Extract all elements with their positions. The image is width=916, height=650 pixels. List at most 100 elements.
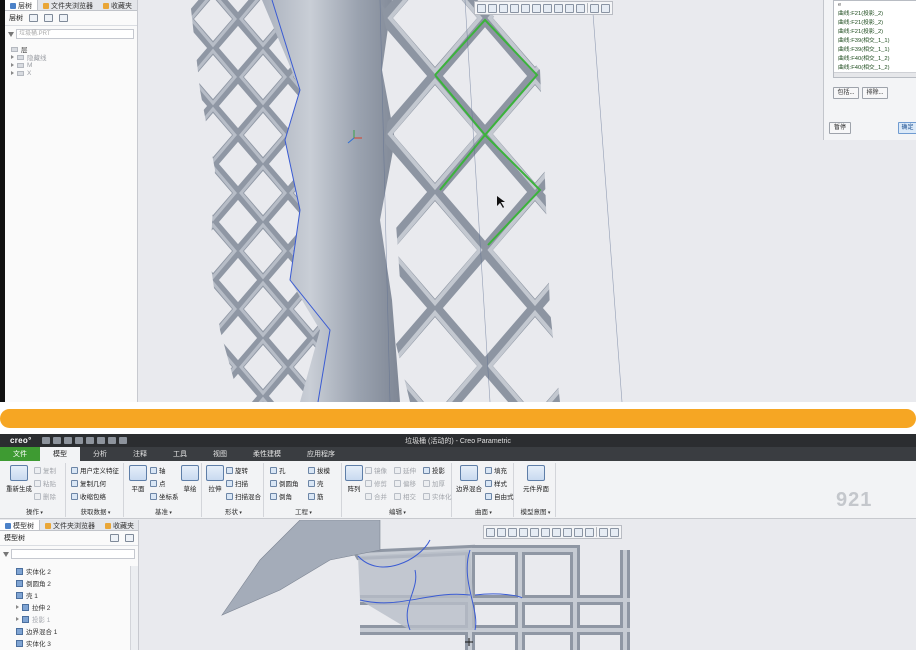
group-title-model-intent[interactable]: 模型意图 bbox=[516, 508, 555, 517]
show-dropdown-icon[interactable] bbox=[125, 534, 134, 542]
regenerate-button[interactable]: 重新生成 bbox=[6, 465, 32, 493]
group-title-shapes[interactable]: 形状 bbox=[204, 508, 263, 517]
group-title-engineering[interactable]: 工程 bbox=[266, 508, 341, 517]
tab-view[interactable]: 视图 bbox=[200, 447, 240, 461]
chamfer-button[interactable]: 倒角 bbox=[270, 491, 292, 501]
tab-tools[interactable]: 工具 bbox=[160, 447, 200, 461]
group-title-datum[interactable]: 基准 bbox=[126, 508, 201, 517]
list-item[interactable]: 曲线:F39(相交_1_1) bbox=[834, 37, 916, 46]
freestyle-button[interactable]: 自由式 bbox=[485, 491, 514, 501]
display-style-icon[interactable] bbox=[521, 3, 530, 13]
spin-center-icon[interactable] bbox=[610, 527, 619, 537]
tab-favorites[interactable]: 收藏夹 bbox=[98, 0, 137, 10]
expand-arrow-icon[interactable] bbox=[11, 55, 14, 59]
view-manager-icon[interactable] bbox=[543, 3, 552, 13]
project-button[interactable]: 投影 bbox=[423, 465, 445, 475]
display-style-icon[interactable] bbox=[530, 527, 539, 537]
refit-icon[interactable] bbox=[486, 527, 495, 537]
repaint-icon[interactable] bbox=[510, 3, 519, 13]
list-item[interactable]: 曲线:F39(相交_1_1) bbox=[834, 46, 916, 55]
extrude-button[interactable]: 拉伸 bbox=[206, 465, 224, 493]
group-title-get-data[interactable]: 获取数据 bbox=[68, 508, 123, 517]
zoom-out-icon[interactable] bbox=[499, 3, 508, 13]
sketch-button[interactable]: 草绘 bbox=[180, 465, 200, 493]
delete-button[interactable]: 删除 bbox=[34, 491, 56, 501]
expand-arrow-icon[interactable] bbox=[11, 71, 14, 75]
tree-search-field[interactable] bbox=[11, 549, 135, 559]
shrinkwrap-button[interactable]: 收缩包络 bbox=[71, 491, 106, 501]
annotation-display-icon[interactable] bbox=[576, 3, 585, 13]
settings-dropdown-icon[interactable] bbox=[110, 534, 119, 542]
expand-arrow-icon[interactable] bbox=[11, 63, 14, 67]
tree-item-boundary-blend-1[interactable]: 边界混合 1 bbox=[6, 625, 132, 637]
expand-arrow-icon[interactable] bbox=[16, 605, 19, 609]
model-select-field[interactable]: 垃圾桶.PRT bbox=[16, 29, 134, 39]
tab-flexible-modeling[interactable]: 柔性建模 bbox=[240, 447, 294, 461]
expand-arrow-icon[interactable] bbox=[16, 617, 19, 621]
saved-views-icon[interactable] bbox=[541, 527, 550, 537]
swept-blend-button[interactable]: 扫描混合 bbox=[226, 491, 261, 501]
tree-item-hidden-line[interactable]: 隐藏线 bbox=[11, 53, 131, 62]
tab-folder-browser[interactable]: 文件夹浏览器 bbox=[38, 0, 98, 10]
pause-icon[interactable] bbox=[599, 527, 608, 537]
refit-icon[interactable] bbox=[477, 3, 486, 13]
datum-display-icon[interactable] bbox=[574, 527, 583, 537]
tab-layer-tree[interactable]: 层树 bbox=[5, 0, 38, 10]
annotation-display-icon[interactable] bbox=[585, 527, 594, 537]
plane-button[interactable]: 平面 bbox=[128, 465, 148, 493]
horizontal-scrollbar[interactable] bbox=[834, 72, 916, 77]
exclude-button[interactable]: 排除... bbox=[862, 87, 888, 99]
round-button[interactable]: 倒圆角 bbox=[270, 478, 299, 488]
group-title-operations[interactable]: 操作 bbox=[4, 508, 65, 517]
component-interface-button[interactable]: 元件界面 bbox=[519, 465, 553, 493]
close-window-icon[interactable] bbox=[118, 437, 127, 444]
list-item[interactable]: 曲线:F21(投影_2) bbox=[834, 19, 916, 28]
layers-dropdown-icon[interactable] bbox=[29, 14, 38, 22]
tab-applications[interactable]: 应用程序 bbox=[294, 447, 348, 461]
tab-model-tree[interactable]: 模型树 bbox=[0, 520, 40, 530]
solidify-button[interactable]: 实体化 bbox=[423, 491, 452, 501]
point-button[interactable]: 点 bbox=[150, 478, 166, 488]
windows-icon[interactable] bbox=[107, 437, 116, 444]
extend-button[interactable]: 延伸 bbox=[394, 465, 416, 475]
redo-icon[interactable] bbox=[85, 437, 94, 444]
zoom-in-icon[interactable] bbox=[488, 3, 497, 13]
boundary-blend-button[interactable]: 边界混合 bbox=[455, 465, 483, 493]
shell-button[interactable]: 壳 bbox=[308, 478, 324, 488]
revolve-button[interactable]: 旋转 bbox=[226, 465, 248, 475]
draft-button[interactable]: 拔模 bbox=[308, 465, 330, 475]
sweep-button[interactable]: 扫描 bbox=[226, 478, 248, 488]
include-button[interactable]: 包括... bbox=[833, 87, 859, 99]
hole-button[interactable]: 孔 bbox=[270, 465, 286, 475]
saved-views-icon[interactable] bbox=[532, 3, 541, 13]
group-title-surfaces[interactable]: 曲面 bbox=[454, 508, 513, 517]
show-dropdown-icon[interactable] bbox=[59, 14, 68, 22]
tab-favorites[interactable]: 收藏夹 bbox=[100, 520, 139, 530]
tab-analysis[interactable]: 分析 bbox=[80, 447, 120, 461]
zoom-in-icon[interactable] bbox=[497, 527, 506, 537]
copy-geometry-button[interactable]: 复制几何 bbox=[71, 478, 106, 488]
tab-folder-browser[interactable]: 文件夹浏览器 bbox=[40, 520, 100, 530]
tab-annotate[interactable]: 注释 bbox=[120, 447, 160, 461]
new-file-icon[interactable] bbox=[41, 437, 50, 444]
tree-item-shell-1[interactable]: 壳 1 bbox=[6, 589, 132, 601]
thicken-button[interactable]: 加厚 bbox=[423, 478, 445, 488]
open-file-icon[interactable] bbox=[52, 437, 61, 444]
tab-file[interactable]: 文件 bbox=[0, 447, 40, 461]
vertical-scrollbar[interactable] bbox=[130, 566, 138, 650]
tree-item-project-1[interactable]: 投影 1 bbox=[6, 613, 132, 625]
repaint-icon[interactable] bbox=[519, 527, 528, 537]
tree-item-solidify-3[interactable]: 实体化 3 bbox=[6, 637, 132, 649]
list-item[interactable]: 曲线:F21(投影_2) bbox=[834, 10, 916, 19]
regenerate-icon[interactable] bbox=[96, 437, 105, 444]
group-title-editing[interactable]: 编辑 bbox=[344, 508, 451, 517]
reference-list[interactable]: e 曲线:F21(投影_2) 曲线:F21(投影_2) 曲线:F21(投影_2)… bbox=[833, 0, 916, 78]
copy-button[interactable]: 复制 bbox=[34, 465, 56, 475]
style-button[interactable]: 样式 bbox=[485, 478, 507, 488]
paste-button[interactable]: 粘贴 bbox=[34, 478, 56, 488]
datum-display-icon[interactable] bbox=[565, 3, 574, 13]
perspective-icon[interactable] bbox=[563, 527, 572, 537]
mirror-button[interactable]: 镜像 bbox=[365, 465, 387, 475]
merge-button[interactable]: 合并 bbox=[365, 491, 387, 501]
spin-center-icon[interactable] bbox=[601, 3, 610, 13]
